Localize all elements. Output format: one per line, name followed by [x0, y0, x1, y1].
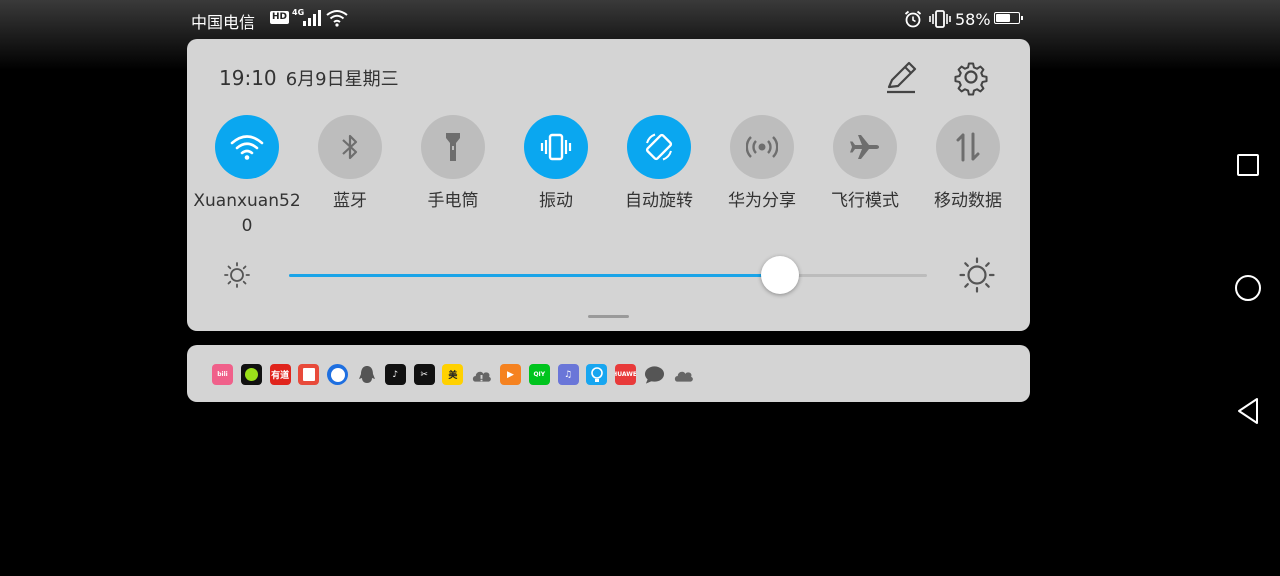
qq-icon: [356, 364, 377, 385]
airplane-icon: [850, 135, 879, 159]
mobile-data-icon: [956, 132, 980, 162]
tile-label: 移动数据: [934, 191, 1002, 211]
hd-icon: HD: [270, 11, 290, 24]
date-time: 19:10 6月9日星期三: [219, 65, 399, 91]
tile-label: 手电筒: [427, 191, 479, 211]
back-icon[interactable]: [1236, 397, 1260, 425]
signal-icon: [303, 10, 321, 26]
cloud-icon: [672, 364, 694, 385]
wifi-icon: [230, 135, 264, 160]
tiktok-icon: ♪: [384, 364, 406, 385]
battery-icon: [994, 12, 1023, 24]
tile-circle[interactable]: [318, 115, 382, 179]
brightness-low-icon: [224, 262, 250, 288]
recent-apps-icon[interactable]: [1237, 154, 1259, 176]
auto-rotate-icon: [645, 133, 673, 161]
bilibili-icon: bili: [212, 364, 233, 385]
tile-label: 自动旋转: [625, 191, 693, 211]
clock-time: 19:10: [219, 66, 277, 90]
tile-label: 振动: [539, 191, 573, 211]
huawei-share-icon: [746, 136, 778, 158]
capcut-icon: ✂: [413, 364, 435, 385]
brightness-high-icon: [959, 257, 995, 293]
tile-label: 飞行模式: [831, 191, 899, 211]
tile-airplane-mode[interactable]: 飞行模式: [810, 115, 920, 214]
tile-circle[interactable]: [524, 115, 588, 179]
panel-drag-handle[interactable]: [588, 315, 629, 318]
tile-circle[interactable]: [421, 115, 485, 179]
carrier-name: 中国电信: [191, 13, 256, 32]
tile-label: 华为分享: [728, 191, 796, 211]
quick-toggle-grid: Xuanxuan520 蓝牙 手电筒 振动 自动旋转 华为分享 飞行模式 移动数…: [187, 115, 1030, 245]
tile-huawei-share[interactable]: 华为分享: [707, 115, 817, 214]
meituan-icon: 美: [442, 364, 464, 385]
tile-circle[interactable]: [730, 115, 794, 179]
tile-circle[interactable]: [936, 115, 1000, 179]
youdao-icon: 有道: [269, 364, 291, 385]
tile-vibrate[interactable]: 振动: [501, 115, 611, 214]
browser-icon: [327, 364, 349, 385]
green-dot-app-icon: [240, 364, 262, 385]
tile-flashlight[interactable]: 手电筒: [398, 115, 508, 214]
bluetooth-icon: [342, 134, 358, 160]
notification-icons-bar[interactable]: bili 有道 ♪ ✂ 美 ▶ QIY ♫ HUAWEI: [187, 345, 1030, 402]
status-bar: 中国电信 HD 4G 58%: [0, 0, 1280, 38]
vibrate-icon: [929, 10, 951, 28]
tile-bluetooth[interactable]: 蓝牙: [295, 115, 405, 214]
wifi-icon: [326, 10, 348, 27]
flashlight-icon: [446, 133, 460, 161]
tile-label: 蓝牙: [333, 191, 367, 211]
huawei-store-icon: HUAWEI: [615, 364, 637, 385]
tips-icon: [586, 364, 608, 385]
battery-fill: [996, 14, 1010, 22]
date-text: 6月9日星期三: [285, 69, 399, 90]
video-app-icon: ▶: [500, 364, 521, 385]
chat-bubble-icon: [644, 364, 665, 385]
home-icon[interactable]: [1235, 275, 1261, 301]
brightness-slider-fill: [289, 274, 781, 277]
gear-icon[interactable]: [951, 57, 991, 97]
quick-settings-panel: 19:10 6月9日星期三 Xuanxuan520 蓝牙 手电筒 振动 自动旋转…: [187, 39, 1030, 331]
reader-app-icon: [298, 364, 320, 385]
tile-wifi[interactable]: Xuanxuan520: [192, 115, 302, 239]
tile-mobile-data[interactable]: 移动数据: [913, 115, 1023, 214]
tile-circle[interactable]: [833, 115, 897, 179]
tile-label: Xuanxuan520: [193, 191, 301, 236]
music-icon: ♫: [557, 364, 579, 385]
vibrate-icon: [540, 133, 572, 161]
battery-percent: 58%: [955, 10, 991, 29]
brightness-slider[interactable]: [289, 256, 927, 294]
tile-circle[interactable]: [215, 115, 279, 179]
tile-circle[interactable]: [627, 115, 691, 179]
iqiyi-icon: QIY: [528, 364, 550, 385]
tile-auto-rotate[interactable]: 自动旋转: [604, 115, 714, 214]
pencil-icon[interactable]: [883, 59, 919, 95]
brightness-slider-thumb[interactable]: [761, 256, 800, 294]
cloud-alert-icon: [471, 364, 493, 385]
alarm-icon: [904, 10, 922, 28]
